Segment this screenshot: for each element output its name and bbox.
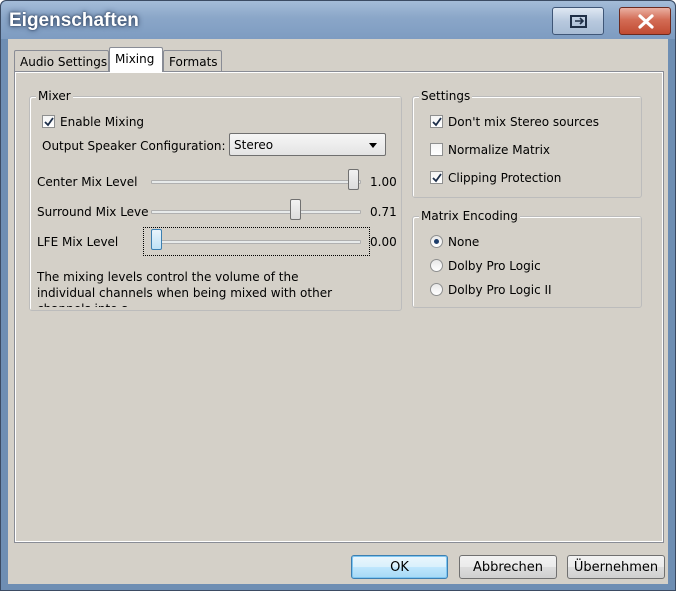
surround-mix-label: Surround Mix Leve bbox=[37, 205, 149, 219]
restore-button[interactable] bbox=[552, 7, 604, 35]
dont-mix-stereo-label: Don't mix Stereo sources bbox=[448, 115, 599, 129]
mixing-description: The mixing levels control the volume of … bbox=[37, 270, 333, 307]
dont-mix-stereo-checkbox[interactable] bbox=[430, 115, 443, 128]
enable-mixing-checkbox[interactable] bbox=[42, 115, 55, 128]
lfe-mix-track bbox=[151, 240, 361, 244]
lfe-mix-label: LFE Mix Level bbox=[37, 235, 119, 249]
chevron-down-icon bbox=[369, 143, 377, 148]
center-mix-value: 1.00 bbox=[370, 175, 397, 189]
center-mix-track bbox=[151, 180, 361, 184]
normalize-matrix-label: Normalize Matrix bbox=[448, 143, 551, 157]
close-button[interactable] bbox=[619, 7, 671, 35]
title-bar[interactable]: Eigenschaften bbox=[1, 1, 675, 39]
output-speaker-label: Output Speaker Configuration: bbox=[42, 139, 226, 153]
checkmark-icon bbox=[432, 173, 442, 183]
properties-window: Eigenschaften Audio Settings Mixing Form… bbox=[0, 0, 676, 591]
output-speaker-value: Stereo bbox=[234, 138, 274, 152]
apply-button[interactable]: Übernehmen bbox=[567, 555, 665, 579]
radio-selected-dot bbox=[434, 239, 439, 244]
matrix-none-radio[interactable] bbox=[430, 235, 443, 248]
clipping-protection-label: Clipping Protection bbox=[448, 171, 562, 185]
mixing-tab-panel: Mixer Enable Mixing Output Speaker Confi… bbox=[14, 71, 664, 543]
ok-button[interactable]: OK bbox=[351, 555, 448, 579]
surround-mix-value: 0.71 bbox=[370, 205, 397, 219]
dolby-pro-logic-label: Dolby Pro Logic bbox=[448, 259, 541, 273]
mixer-legend: Mixer bbox=[36, 89, 73, 103]
normalize-matrix-checkbox[interactable] bbox=[430, 143, 443, 156]
checkmark-icon bbox=[432, 117, 442, 127]
window-title: Eigenschaften bbox=[9, 10, 139, 31]
lfe-mix-value: 0.00 bbox=[370, 235, 397, 249]
center-mix-slider[interactable] bbox=[348, 169, 359, 190]
surround-mix-slider[interactable] bbox=[290, 199, 301, 220]
lfe-mix-slider[interactable] bbox=[151, 229, 162, 250]
matrix-encoding-legend: Matrix Encoding bbox=[419, 209, 520, 223]
surround-mix-track bbox=[151, 210, 361, 214]
dolby-pro-logic-ii-radio[interactable] bbox=[430, 283, 443, 296]
dialog-client-area: Audio Settings Mixing Formats Mixer Enab… bbox=[8, 39, 668, 584]
dolby-pro-logic-ii-label: Dolby Pro Logic II bbox=[448, 283, 552, 297]
checkmark-icon bbox=[44, 117, 54, 127]
matrix-none-label: None bbox=[448, 235, 480, 249]
enable-mixing-label: Enable Mixing bbox=[60, 115, 145, 129]
tab-mixing[interactable]: Mixing bbox=[109, 47, 163, 72]
restore-icon bbox=[570, 15, 587, 28]
center-mix-label: Center Mix Level bbox=[37, 175, 138, 189]
close-icon bbox=[638, 14, 654, 29]
dolby-pro-logic-radio[interactable] bbox=[430, 259, 443, 272]
mixer-group: Mixer Enable Mixing Output Speaker Confi… bbox=[29, 89, 402, 311]
tab-formats[interactable]: Formats bbox=[163, 50, 222, 72]
clipping-protection-checkbox[interactable] bbox=[430, 171, 443, 184]
settings-legend: Settings bbox=[419, 89, 473, 103]
settings-group: Settings Don't mix Stereo sources Normal… bbox=[412, 89, 642, 198]
tab-audio-settings[interactable]: Audio Settings bbox=[14, 50, 109, 72]
cancel-button[interactable]: Abbrechen bbox=[459, 555, 557, 579]
output-speaker-select[interactable]: Stereo bbox=[229, 133, 386, 156]
matrix-encoding-group: Matrix Encoding None Dolby Pro Logic Dol… bbox=[412, 209, 642, 308]
